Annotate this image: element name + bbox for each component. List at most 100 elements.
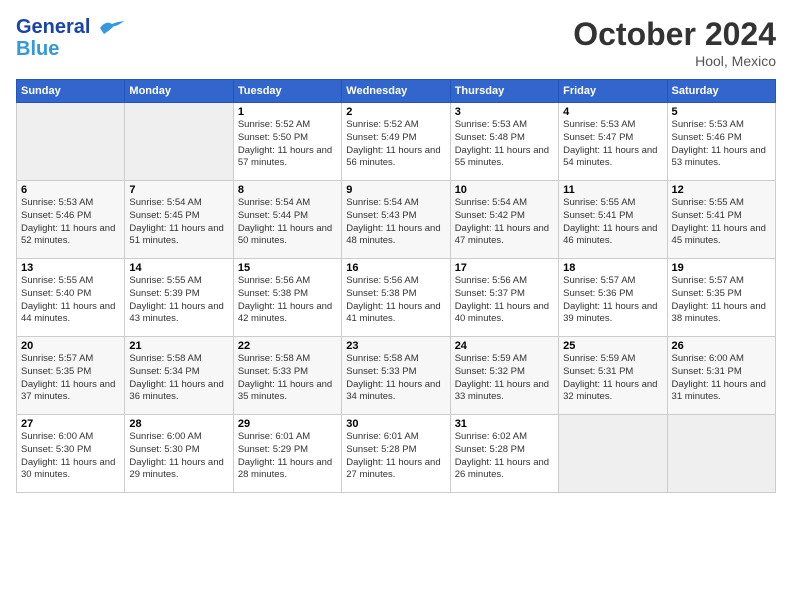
calendar-cell-2-1: 14Sunrise: 5:55 AMSunset: 5:39 PMDayligh… [125, 259, 233, 337]
header-wednesday: Wednesday [342, 80, 450, 103]
day-info: Sunrise: 5:58 AMSunset: 5:33 PMDaylight:… [346, 353, 445, 404]
day-info: Sunrise: 5:54 AMSunset: 5:42 PMDaylight:… [455, 197, 554, 248]
calendar-cell-2-3: 16Sunrise: 5:56 AMSunset: 5:38 PMDayligh… [342, 259, 450, 337]
calendar-cell-4-1: 28Sunrise: 6:00 AMSunset: 5:30 PMDayligh… [125, 415, 233, 493]
day-number: 18 [563, 262, 662, 274]
calendar-cell-0-5: 4Sunrise: 5:53 AMSunset: 5:47 PMDaylight… [559, 103, 667, 181]
day-info: Sunrise: 5:55 AMSunset: 5:40 PMDaylight:… [21, 275, 120, 326]
day-info: Sunrise: 5:53 AMSunset: 5:46 PMDaylight:… [672, 119, 771, 170]
day-number: 13 [21, 262, 120, 274]
day-info: Sunrise: 6:01 AMSunset: 5:29 PMDaylight:… [238, 431, 337, 482]
week-row-3: 13Sunrise: 5:55 AMSunset: 5:40 PMDayligh… [17, 259, 776, 337]
calendar-cell-0-1 [125, 103, 233, 181]
day-info: Sunrise: 6:00 AMSunset: 5:31 PMDaylight:… [672, 353, 771, 404]
day-number: 7 [129, 184, 228, 196]
calendar-cell-1-2: 8Sunrise: 5:54 AMSunset: 5:44 PMDaylight… [233, 181, 341, 259]
calendar-cell-4-3: 30Sunrise: 6:01 AMSunset: 5:28 PMDayligh… [342, 415, 450, 493]
logo-blue: Blue [16, 38, 59, 60]
calendar-cell-1-6: 12Sunrise: 5:55 AMSunset: 5:41 PMDayligh… [667, 181, 775, 259]
calendar-cell-3-0: 20Sunrise: 5:57 AMSunset: 5:35 PMDayligh… [17, 337, 125, 415]
logo-general: General [16, 16, 90, 38]
day-info: Sunrise: 5:52 AMSunset: 5:49 PMDaylight:… [346, 119, 445, 170]
day-info: Sunrise: 5:57 AMSunset: 5:36 PMDaylight:… [563, 275, 662, 326]
day-number: 23 [346, 340, 445, 352]
day-number: 29 [238, 418, 337, 430]
header-thursday: Thursday [450, 80, 558, 103]
title-area: October 2024 Hool, Mexico [573, 16, 776, 69]
calendar-cell-3-1: 21Sunrise: 5:58 AMSunset: 5:34 PMDayligh… [125, 337, 233, 415]
day-info: Sunrise: 5:55 AMSunset: 5:41 PMDaylight:… [563, 197, 662, 248]
day-info: Sunrise: 5:54 AMSunset: 5:45 PMDaylight:… [129, 197, 228, 248]
day-info: Sunrise: 6:00 AMSunset: 5:30 PMDaylight:… [129, 431, 228, 482]
day-info: Sunrise: 5:56 AMSunset: 5:37 PMDaylight:… [455, 275, 554, 326]
day-info: Sunrise: 5:54 AMSunset: 5:43 PMDaylight:… [346, 197, 445, 248]
calendar-cell-1-3: 9Sunrise: 5:54 AMSunset: 5:43 PMDaylight… [342, 181, 450, 259]
day-number: 14 [129, 262, 228, 274]
calendar-cell-0-2: 1Sunrise: 5:52 AMSunset: 5:50 PMDaylight… [233, 103, 341, 181]
header-tuesday: Tuesday [233, 80, 341, 103]
calendar-cell-2-0: 13Sunrise: 5:55 AMSunset: 5:40 PMDayligh… [17, 259, 125, 337]
day-info: Sunrise: 5:58 AMSunset: 5:34 PMDaylight:… [129, 353, 228, 404]
day-info: Sunrise: 6:00 AMSunset: 5:30 PMDaylight:… [21, 431, 120, 482]
day-number: 3 [455, 106, 554, 118]
calendar-cell-1-5: 11Sunrise: 5:55 AMSunset: 5:41 PMDayligh… [559, 181, 667, 259]
day-info: Sunrise: 6:02 AMSunset: 5:28 PMDaylight:… [455, 431, 554, 482]
logo-bird-icon [98, 20, 124, 36]
calendar-cell-4-5 [559, 415, 667, 493]
day-info: Sunrise: 5:56 AMSunset: 5:38 PMDaylight:… [238, 275, 337, 326]
calendar-cell-3-4: 24Sunrise: 5:59 AMSunset: 5:32 PMDayligh… [450, 337, 558, 415]
day-info: Sunrise: 5:55 AMSunset: 5:39 PMDaylight:… [129, 275, 228, 326]
day-info: Sunrise: 5:57 AMSunset: 5:35 PMDaylight:… [672, 275, 771, 326]
day-number: 17 [455, 262, 554, 274]
day-number: 12 [672, 184, 771, 196]
day-info: Sunrise: 5:54 AMSunset: 5:44 PMDaylight:… [238, 197, 337, 248]
calendar-cell-0-6: 5Sunrise: 5:53 AMSunset: 5:46 PMDaylight… [667, 103, 775, 181]
calendar-cell-2-2: 15Sunrise: 5:56 AMSunset: 5:38 PMDayligh… [233, 259, 341, 337]
calendar-cell-1-0: 6Sunrise: 5:53 AMSunset: 5:46 PMDaylight… [17, 181, 125, 259]
calendar-cell-4-2: 29Sunrise: 6:01 AMSunset: 5:29 PMDayligh… [233, 415, 341, 493]
day-number: 31 [455, 418, 554, 430]
day-number: 5 [672, 106, 771, 118]
calendar-cell-3-3: 23Sunrise: 5:58 AMSunset: 5:33 PMDayligh… [342, 337, 450, 415]
day-number: 30 [346, 418, 445, 430]
day-number: 22 [238, 340, 337, 352]
header-friday: Friday [559, 80, 667, 103]
calendar-cell-4-4: 31Sunrise: 6:02 AMSunset: 5:28 PMDayligh… [450, 415, 558, 493]
day-info: Sunrise: 6:01 AMSunset: 5:28 PMDaylight:… [346, 431, 445, 482]
calendar-cell-1-1: 7Sunrise: 5:54 AMSunset: 5:45 PMDaylight… [125, 181, 233, 259]
calendar-cell-3-6: 26Sunrise: 6:00 AMSunset: 5:31 PMDayligh… [667, 337, 775, 415]
header-saturday: Saturday [667, 80, 775, 103]
month-title: October 2024 [573, 16, 776, 53]
calendar-cell-1-4: 10Sunrise: 5:54 AMSunset: 5:42 PMDayligh… [450, 181, 558, 259]
calendar-cell-3-2: 22Sunrise: 5:58 AMSunset: 5:33 PMDayligh… [233, 337, 341, 415]
day-number: 10 [455, 184, 554, 196]
day-info: Sunrise: 5:59 AMSunset: 5:32 PMDaylight:… [455, 353, 554, 404]
day-info: Sunrise: 5:58 AMSunset: 5:33 PMDaylight:… [238, 353, 337, 404]
day-number: 1 [238, 106, 337, 118]
week-row-5: 27Sunrise: 6:00 AMSunset: 5:30 PMDayligh… [17, 415, 776, 493]
calendar-cell-4-0: 27Sunrise: 6:00 AMSunset: 5:30 PMDayligh… [17, 415, 125, 493]
day-number: 24 [455, 340, 554, 352]
calendar-table: Sunday Monday Tuesday Wednesday Thursday… [16, 79, 776, 493]
day-info: Sunrise: 5:53 AMSunset: 5:48 PMDaylight:… [455, 119, 554, 170]
week-row-4: 20Sunrise: 5:57 AMSunset: 5:35 PMDayligh… [17, 337, 776, 415]
logo: General Blue [16, 16, 124, 60]
header-monday: Monday [125, 80, 233, 103]
day-number: 21 [129, 340, 228, 352]
day-number: 26 [672, 340, 771, 352]
day-number: 16 [346, 262, 445, 274]
day-number: 8 [238, 184, 337, 196]
day-number: 9 [346, 184, 445, 196]
day-number: 6 [21, 184, 120, 196]
day-number: 19 [672, 262, 771, 274]
day-info: Sunrise: 5:53 AMSunset: 5:47 PMDaylight:… [563, 119, 662, 170]
day-number: 11 [563, 184, 662, 196]
week-row-2: 6Sunrise: 5:53 AMSunset: 5:46 PMDaylight… [17, 181, 776, 259]
day-number: 20 [21, 340, 120, 352]
header-sunday: Sunday [17, 80, 125, 103]
day-info: Sunrise: 5:53 AMSunset: 5:46 PMDaylight:… [21, 197, 120, 248]
day-info: Sunrise: 5:52 AMSunset: 5:50 PMDaylight:… [238, 119, 337, 170]
day-info: Sunrise: 5:59 AMSunset: 5:31 PMDaylight:… [563, 353, 662, 404]
day-info: Sunrise: 5:55 AMSunset: 5:41 PMDaylight:… [672, 197, 771, 248]
calendar-cell-3-5: 25Sunrise: 5:59 AMSunset: 5:31 PMDayligh… [559, 337, 667, 415]
